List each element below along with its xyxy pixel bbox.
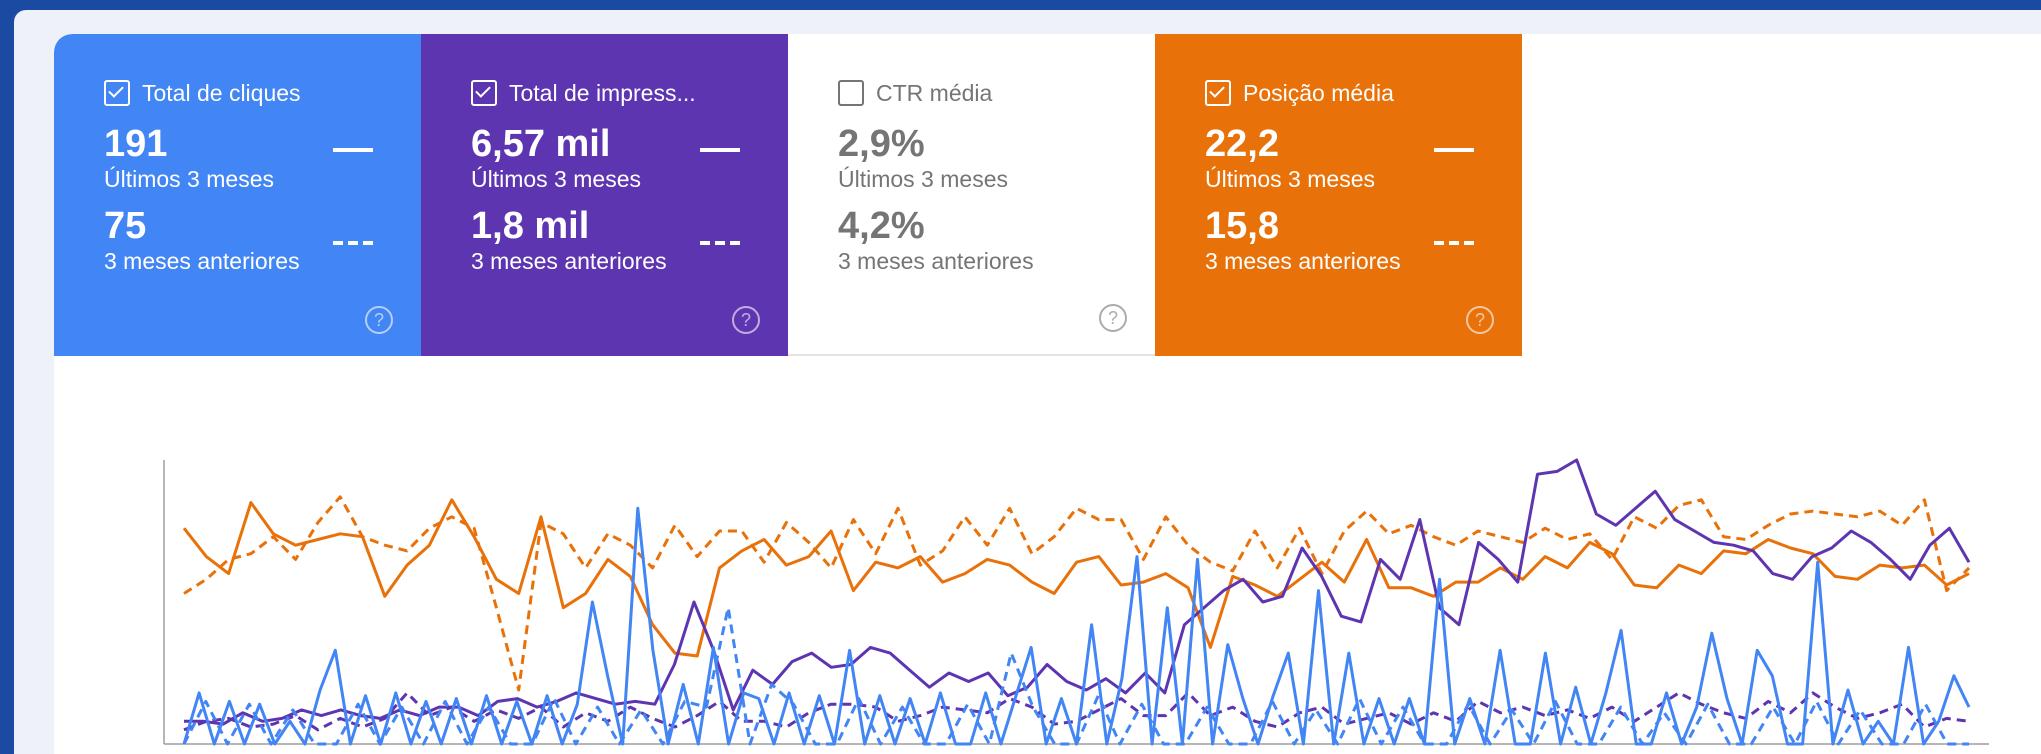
checkbox-impressions[interactable]: [471, 80, 497, 106]
metric-tab-impressions[interactable]: Total de impress... 6,57 mil Últimos 3 m…: [421, 34, 788, 356]
dashed-line-legend-icon: [700, 241, 740, 245]
metric-period-previous: 3 meses anteriores: [471, 248, 667, 274]
help-circle-icon[interactable]: ?: [1466, 306, 1494, 334]
metric-value-current: 6,57 mil: [471, 123, 611, 165]
series-line-1: [183, 495, 1971, 692]
series-line-0: [182, 498, 1970, 658]
checkbox-ctr[interactable]: [838, 80, 864, 106]
metric-tab-ctr[interactable]: CTR média 2,9% Últimos 3 meses 4,2% 3 me…: [788, 34, 1155, 356]
metric-period-current: Últimos 3 meses: [471, 166, 641, 192]
solid-line-legend-icon: [1434, 148, 1474, 152]
solid-line-legend-icon: [700, 148, 740, 152]
metric-value-current: 2,9%: [838, 123, 925, 165]
metric-period-previous: 3 meses anteriores: [1205, 248, 1401, 274]
dashed-line-legend-icon: [333, 241, 373, 245]
metric-period-current: Últimos 3 meses: [104, 166, 274, 192]
help-circle-icon[interactable]: ?: [732, 306, 760, 334]
metric-value-current: 191: [104, 123, 168, 165]
metric-period-current: Últimos 3 meses: [838, 166, 1008, 192]
metric-title: Total de cliques: [142, 79, 301, 106]
metric-header: CTR média: [838, 78, 1155, 108]
metric-value-previous: 4,2%: [838, 205, 925, 247]
performance-chart[interactable]: [54, 356, 2041, 754]
metric-header: Posição média: [1205, 78, 1522, 108]
check-icon: [108, 82, 124, 98]
metric-period-previous: 3 meses anteriores: [104, 248, 300, 274]
checkbox-position[interactable]: [1205, 80, 1231, 106]
metric-header: Total de impress...: [471, 78, 788, 108]
metric-tab-position[interactable]: Posição média 22,2 Últimos 3 meses 15,8 …: [1155, 34, 1522, 356]
series-line-5: [182, 606, 1969, 746]
performance-card: Total de cliques 191 Últimos 3 meses 75 …: [54, 34, 2041, 754]
check-icon: [1209, 82, 1225, 98]
metric-title: Total de impress...: [509, 79, 696, 106]
metric-value-current: 22,2: [1205, 123, 1279, 165]
series-layer: [182, 458, 1971, 746]
solid-line-legend-icon: [333, 148, 373, 152]
metric-value-previous: 15,8: [1205, 205, 1279, 247]
check-icon: [475, 82, 491, 98]
series-line-4: [182, 506, 1971, 746]
metric-header: Total de cliques: [104, 78, 421, 108]
dashed-line-legend-icon: [1434, 241, 1474, 245]
metric-period-previous: 3 meses anteriores: [838, 248, 1034, 274]
metric-value-previous: 1,8 mil: [471, 205, 590, 247]
metric-period-current: Últimos 3 meses: [1205, 166, 1375, 192]
metric-title: Posição média: [1243, 79, 1394, 106]
help-circle-icon[interactable]: ?: [1099, 304, 1127, 332]
metric-title: CTR média: [876, 79, 993, 106]
metric-tab-clicks[interactable]: Total de cliques 191 Últimos 3 meses 75 …: [54, 34, 421, 356]
checkbox-clicks[interactable]: [104, 80, 130, 106]
metric-tabs: Total de cliques 191 Últimos 3 meses 75 …: [54, 34, 1522, 356]
metric-value-previous: 75: [104, 205, 147, 247]
help-circle-icon[interactable]: ?: [365, 306, 393, 334]
